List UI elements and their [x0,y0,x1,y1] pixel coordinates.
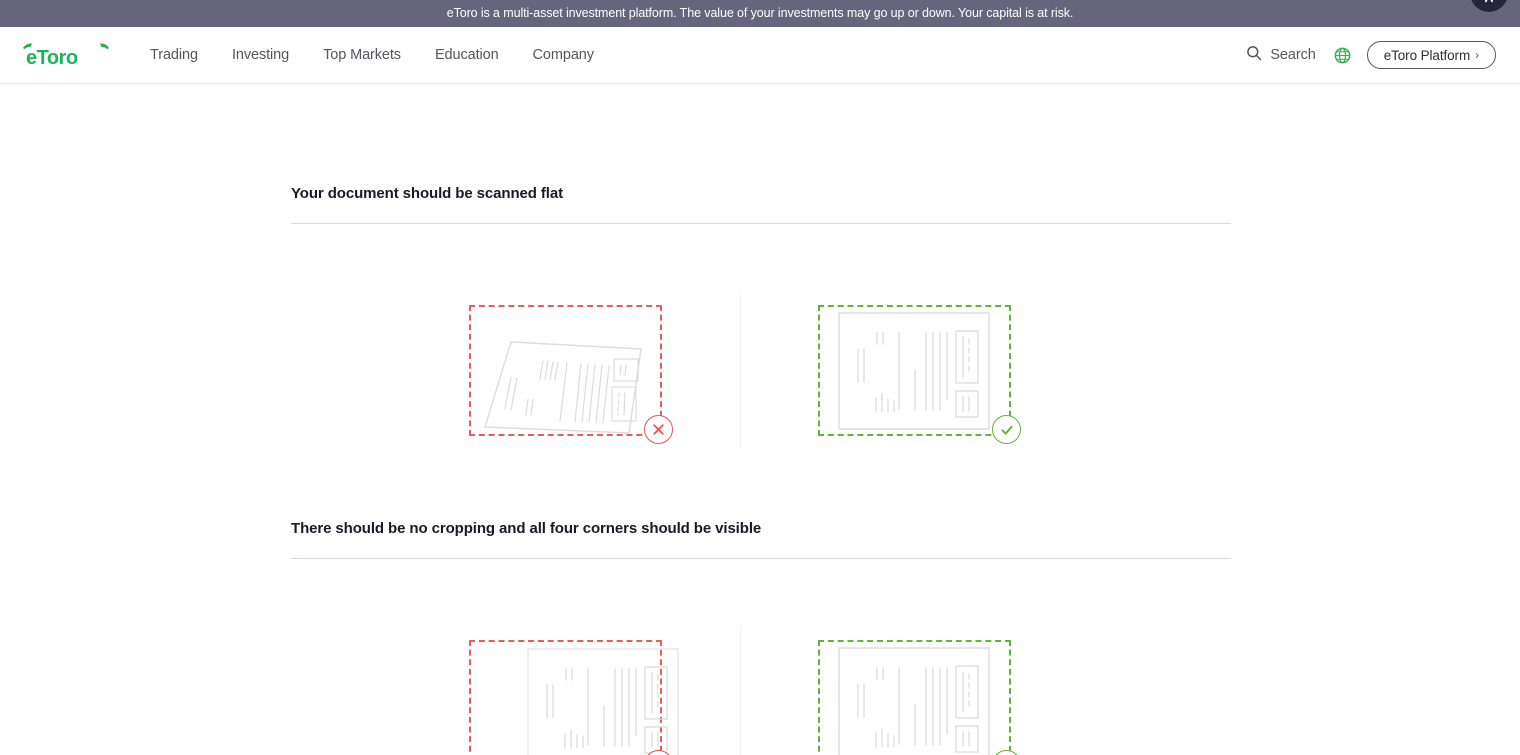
section-title-no-cropping: There should be no cropping and all four… [291,520,762,537]
primary-nav-links: Trading Investing Top Markets Education … [133,41,611,69]
search-button[interactable]: Search [1240,41,1321,70]
cross-icon [653,424,664,435]
nav-link-education[interactable]: Education [418,41,516,69]
etoro-platform-button[interactable]: eToro Platform › [1366,41,1496,69]
nav-link-trading[interactable]: Trading [133,41,215,69]
status-badge-valid [992,415,1021,444]
etoro-platform-label: eToro Platform [1383,47,1471,63]
document-illustration-flat [838,312,993,437]
nav-right-cluster: Search eToro Platform › [1240,41,1496,70]
nav-link-investing[interactable]: Investing [215,41,306,69]
search-icon [1246,45,1262,66]
examples-row-no-cropping [291,617,1231,755]
chevron-right-icon: › [1475,48,1479,62]
example-bad-scanned-flat [291,282,761,462]
example-good-no-cropping [761,617,1231,755]
examples-column-divider [740,290,741,450]
document-illustration-cropped [527,648,682,755]
nav-link-company[interactable]: Company [516,41,611,69]
search-label: Search [1270,47,1316,63]
globe-icon[interactable] [1334,47,1351,64]
etoro-logo[interactable]: eToro [20,40,112,70]
nav-link-top-markets[interactable]: Top Markets [306,41,418,69]
risk-disclaimer-bar: eToro is a multi-asset investment platfo… [0,0,1520,27]
svg-text:eToro: eToro [26,47,78,69]
example-good-scanned-flat [761,282,1231,462]
examples-row-scanned-flat [291,282,1231,462]
status-badge-invalid [644,415,673,444]
accessibility-icon [1484,0,1494,3]
section-divider [291,223,1231,224]
risk-disclaimer-text: eToro is a multi-asset investment platfo… [446,6,1074,21]
document-illustration-skewed [481,337,651,447]
document-illustration-full [838,647,993,755]
section-divider [291,558,1231,559]
check-icon [1000,425,1013,435]
section-title-scanned-flat: Your document should be scanned flat [291,185,563,202]
main-navigation-bar: eToro Trading Investing Top Markets Educ… [0,27,1520,84]
example-bad-no-cropping [291,617,761,755]
examples-column-divider [740,625,741,755]
